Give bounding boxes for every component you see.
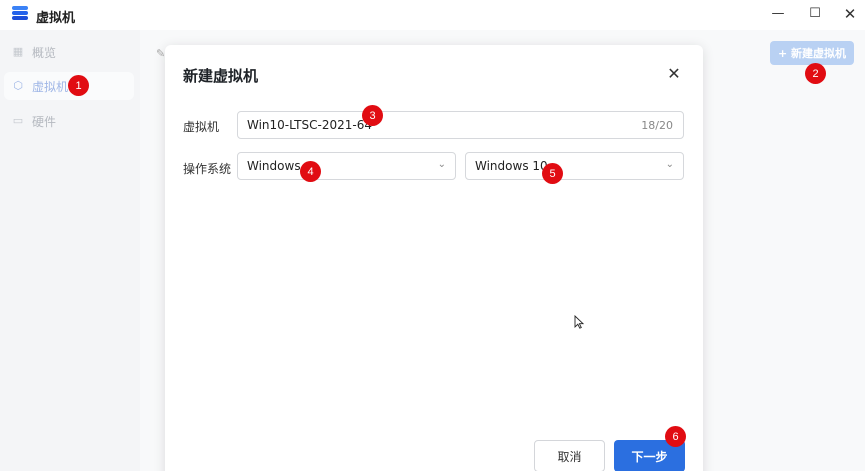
os-version-value: Windows 10	[475, 159, 548, 173]
chevron-down-icon: ⌄	[665, 159, 674, 170]
minimize-button[interactable]: —	[768, 4, 788, 24]
sidebar-item-label: 概览	[32, 45, 57, 60]
os-label: 操作系统	[183, 162, 232, 176]
sidebar-item-label: 虚拟机	[32, 79, 69, 94]
annotation-badge: 3	[362, 105, 383, 126]
sidebar-item-overview[interactable]: ▦ 概览	[4, 38, 134, 66]
vm-name-value: Win10-LTSC-2021-64	[247, 118, 372, 132]
grid-icon: ▦	[12, 45, 24, 58]
new-vm-dialog: 新建虚拟机 ✕ 虚拟机 Win10-LTSC-2021-64 18/20 操作系…	[165, 45, 703, 471]
sidebar-item-hardware[interactable]: ▭ 硬件	[4, 107, 134, 135]
annotation-badge: 1	[68, 75, 89, 96]
cube-icon: ⬡	[13, 79, 23, 92]
annotation-badge: 2	[805, 63, 826, 84]
new-vm-button[interactable]: + 新建虚拟机	[770, 41, 854, 65]
title-bar: 虚拟机 — ☐ ✕	[0, 0, 865, 30]
sidebar-item-label: 硬件	[32, 114, 57, 129]
close-window-button[interactable]: ✕	[840, 4, 860, 24]
drive-icon: ▭	[12, 114, 24, 127]
mouse-cursor-icon	[574, 315, 584, 329]
annotation-badge: 5	[542, 163, 563, 184]
annotation-badge: 4	[300, 161, 321, 182]
close-dialog-icon[interactable]: ✕	[665, 65, 683, 83]
dialog-title: 新建虚拟机	[183, 67, 259, 85]
sidebar: ▦ 概览 ⬡ 虚拟机 ▭ 硬件	[0, 30, 140, 471]
chevron-down-icon: ⌄	[437, 159, 446, 170]
window-title: 虚拟机	[36, 11, 76, 26]
os-type-select[interactable]: Windows ⌄	[237, 152, 456, 180]
cancel-button[interactable]: 取消	[534, 440, 605, 471]
app-logo-icon	[12, 6, 28, 23]
os-type-value: Windows	[247, 159, 301, 173]
vm-name-label: 虚拟机	[183, 120, 220, 134]
os-version-select[interactable]: Windows 10 ⌄	[465, 152, 684, 180]
annotation-badge: 6	[665, 426, 686, 447]
maximize-button[interactable]: ☐	[805, 4, 825, 24]
vm-name-input[interactable]: Win10-LTSC-2021-64 18/20	[237, 111, 684, 139]
char-counter: 18/20	[641, 119, 673, 132]
